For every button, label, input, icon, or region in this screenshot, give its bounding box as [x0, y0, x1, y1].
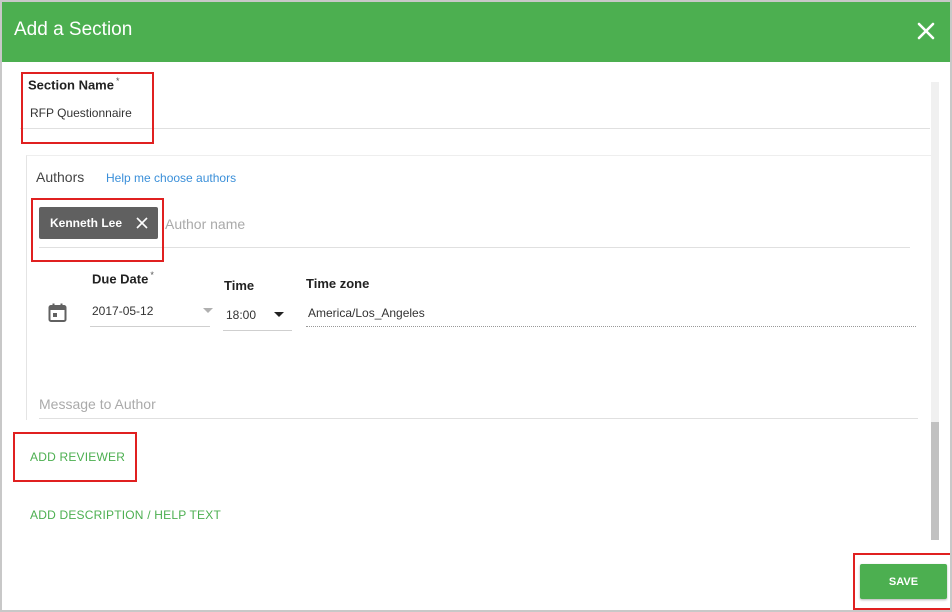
section-name-label-text: Section Name — [28, 77, 114, 93]
author-input-underline — [39, 247, 910, 248]
message-underline — [39, 418, 918, 419]
timezone-underline — [306, 326, 916, 327]
time-underline — [223, 330, 292, 331]
help-choose-authors-link[interactable]: Help me choose authors — [106, 171, 236, 185]
author-chip: Kenneth Lee — [39, 207, 158, 239]
scrollbar-thumb[interactable] — [931, 422, 939, 540]
close-icon[interactable] — [135, 216, 149, 230]
chevron-down-icon[interactable] — [203, 308, 213, 313]
timezone-input[interactable]: America/Los_Angeles — [308, 306, 425, 320]
add-description-button[interactable]: ADD DESCRIPTION / HELP TEXT — [30, 508, 221, 522]
section-name-underline — [20, 128, 930, 129]
required-mark: * — [150, 270, 154, 280]
close-icon[interactable] — [912, 17, 940, 45]
message-to-author-input[interactable] — [39, 394, 909, 414]
add-reviewer-button[interactable]: ADD REVIEWER — [30, 450, 125, 464]
author-name-input[interactable] — [165, 214, 905, 234]
timezone-label: Time zone — [306, 276, 370, 291]
due-date-label: Due Date * — [92, 270, 154, 286]
chevron-down-icon[interactable] — [274, 312, 284, 317]
section-name-label: Section Name * — [28, 76, 120, 92]
section-name-input[interactable]: RFP Questionnaire — [30, 106, 132, 120]
due-date-label-text: Due Date — [92, 271, 149, 287]
author-chip-label: Kenneth Lee — [50, 216, 123, 230]
time-select[interactable]: 18:00 — [226, 308, 256, 322]
dialog-header: Add a Section — [2, 2, 950, 62]
time-label: Time — [224, 278, 255, 293]
add-section-dialog: Add a Section Section Name * RFP Question… — [0, 0, 952, 612]
calendar-icon[interactable] — [48, 303, 67, 322]
due-date-input[interactable]: 2017-05-12 — [92, 304, 153, 318]
dialog-title: Add a Section — [14, 19, 133, 40]
due-date-underline — [90, 326, 210, 327]
authors-panel — [26, 155, 932, 420]
required-mark: * — [115, 76, 120, 86]
authors-title: Authors — [36, 169, 85, 185]
save-button[interactable]: SAVE — [860, 564, 947, 599]
